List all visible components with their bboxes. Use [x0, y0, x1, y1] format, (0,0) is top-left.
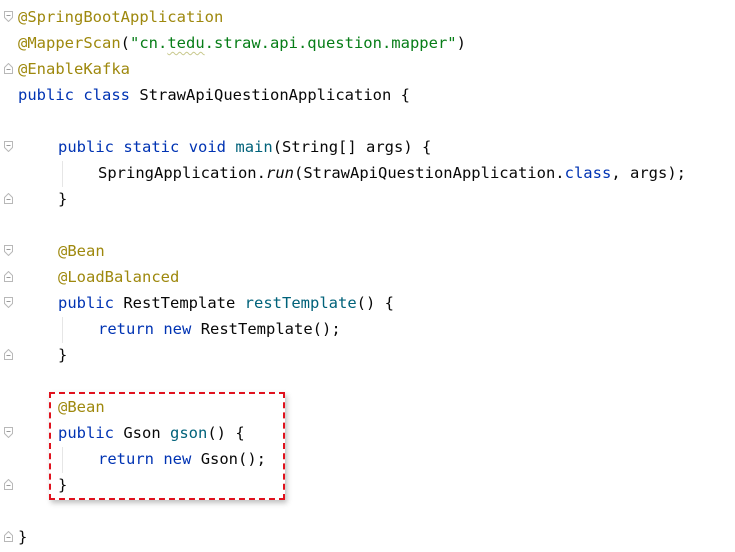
keyword: new	[163, 320, 192, 338]
code-line: }	[58, 342, 67, 368]
keyword: void	[188, 138, 227, 156]
paren: (	[293, 164, 304, 182]
fold-end-icon[interactable]	[4, 479, 13, 490]
paren: )	[456, 34, 466, 52]
annotation-mapper-scan: @MapperScan	[18, 34, 121, 52]
code-line: @MapperScan("cn.tedu.straw.api.question.…	[18, 30, 466, 56]
fold-end-icon[interactable]	[4, 271, 13, 282]
fold-end-icon[interactable]	[4, 63, 13, 74]
keyword: class	[564, 164, 612, 182]
identifier: args	[629, 164, 668, 182]
method-name: main	[235, 138, 273, 156]
indent-guide	[62, 161, 63, 187]
keyword: public	[58, 138, 114, 156]
static-method-call: run	[265, 164, 294, 182]
fold-collapse-icon[interactable]	[4, 141, 13, 152]
code-line: @EnableKafka	[18, 56, 130, 82]
code-editor[interactable]: @SpringBootApplication @MapperScan("cn.t…	[0, 0, 735, 552]
close-call: ();	[312, 320, 341, 338]
string-literal: "cn.	[130, 34, 168, 52]
code-line: }	[18, 524, 27, 550]
paren: (	[120, 34, 130, 52]
keyword: static	[123, 138, 180, 156]
class-name: StrawApiQuestionApplication	[139, 86, 392, 104]
fold-end-icon[interactable]	[4, 193, 13, 204]
paren: ()	[356, 294, 376, 312]
annotation-load-balanced: @LoadBalanced	[58, 268, 180, 286]
method-name: restTemplate	[244, 294, 357, 312]
brace: {	[375, 294, 394, 312]
string-literal: .straw.api.question.mapper"	[204, 34, 457, 52]
indent-guide	[62, 317, 63, 343]
brace: }	[58, 346, 68, 364]
identifier: StrawApiQuestionApplication	[303, 164, 556, 182]
fold-end-icon[interactable]	[4, 531, 13, 542]
code-line: @Bean	[58, 238, 105, 264]
keyword: public	[18, 86, 74, 104]
fold-collapse-icon[interactable]	[4, 427, 13, 438]
code-line: @SpringBootApplication	[18, 4, 223, 30]
annotation-bean: @Bean	[58, 242, 105, 260]
keyword: class	[83, 86, 131, 104]
fold-collapse-icon[interactable]	[4, 11, 13, 22]
dot: .	[256, 164, 266, 182]
annotation-enable-kafka: @EnableKafka	[18, 60, 130, 78]
code-line: public static void main(String[] args) {	[58, 134, 431, 160]
fold-collapse-icon[interactable]	[4, 297, 13, 308]
brace: }	[18, 528, 28, 546]
brace: {	[391, 86, 410, 104]
paren: (	[272, 138, 283, 156]
code-line: return new RestTemplate();	[98, 316, 341, 342]
keyword: public	[58, 294, 114, 312]
annotation-spring-boot: @SpringBootApplication	[18, 8, 224, 26]
code-line: }	[58, 186, 67, 212]
close-call: );	[667, 164, 686, 182]
code-line: public class StrawApiQuestionApplication…	[18, 82, 410, 108]
highlight-box	[49, 392, 285, 500]
identifier: SpringApplication	[98, 164, 257, 182]
code-line: @LoadBalanced	[58, 264, 179, 290]
code-line: SpringApplication.run(StrawApiQuestionAp…	[98, 160, 686, 186]
brace: {	[412, 138, 432, 156]
type-name: RestTemplate	[123, 294, 236, 312]
keyword: return	[98, 320, 154, 338]
typo-underlined-word: tedu	[167, 34, 205, 52]
dot: .	[555, 164, 565, 182]
brace: }	[58, 190, 68, 208]
fold-end-icon[interactable]	[4, 349, 13, 360]
paren: )	[403, 138, 413, 156]
comma: ,	[611, 164, 630, 182]
params: String[] args	[282, 138, 404, 156]
code-line: public RestTemplate restTemplate() {	[58, 290, 394, 316]
type-name: RestTemplate	[200, 320, 313, 338]
fold-collapse-icon[interactable]	[4, 245, 13, 256]
